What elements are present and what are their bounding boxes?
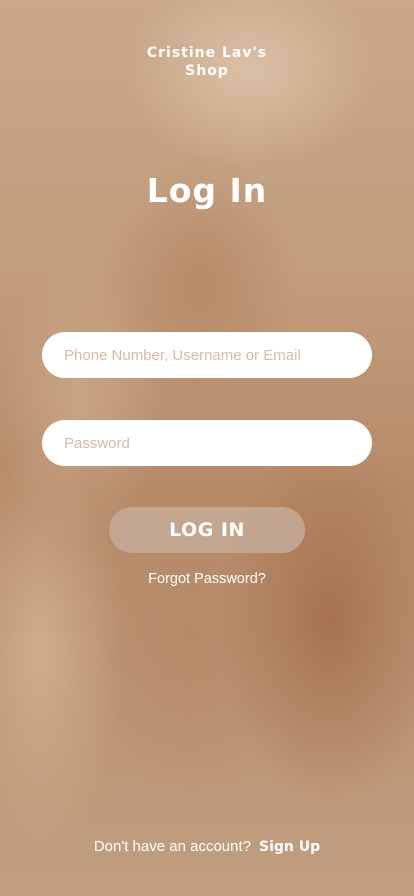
username-input[interactable] xyxy=(42,332,372,378)
signup-link[interactable]: Sign Up xyxy=(259,839,320,855)
login-button[interactable]: LOG IN xyxy=(109,507,305,553)
forgot-password-link[interactable]: Forgot Password? xyxy=(148,571,266,587)
shop-name-line2: Shop xyxy=(185,63,229,79)
signup-prompt: Don't have an account? xyxy=(93,838,251,855)
shop-name: Cristine Lav's Shop xyxy=(0,44,414,80)
shop-name-line1: Cristine Lav's xyxy=(146,45,268,61)
page-title: Log In xyxy=(146,171,268,210)
password-input[interactable] xyxy=(42,420,372,466)
signup-footer: Don't have an account? Sign Up xyxy=(0,837,414,857)
forgot-password-row: Forgot Password? xyxy=(0,569,414,589)
